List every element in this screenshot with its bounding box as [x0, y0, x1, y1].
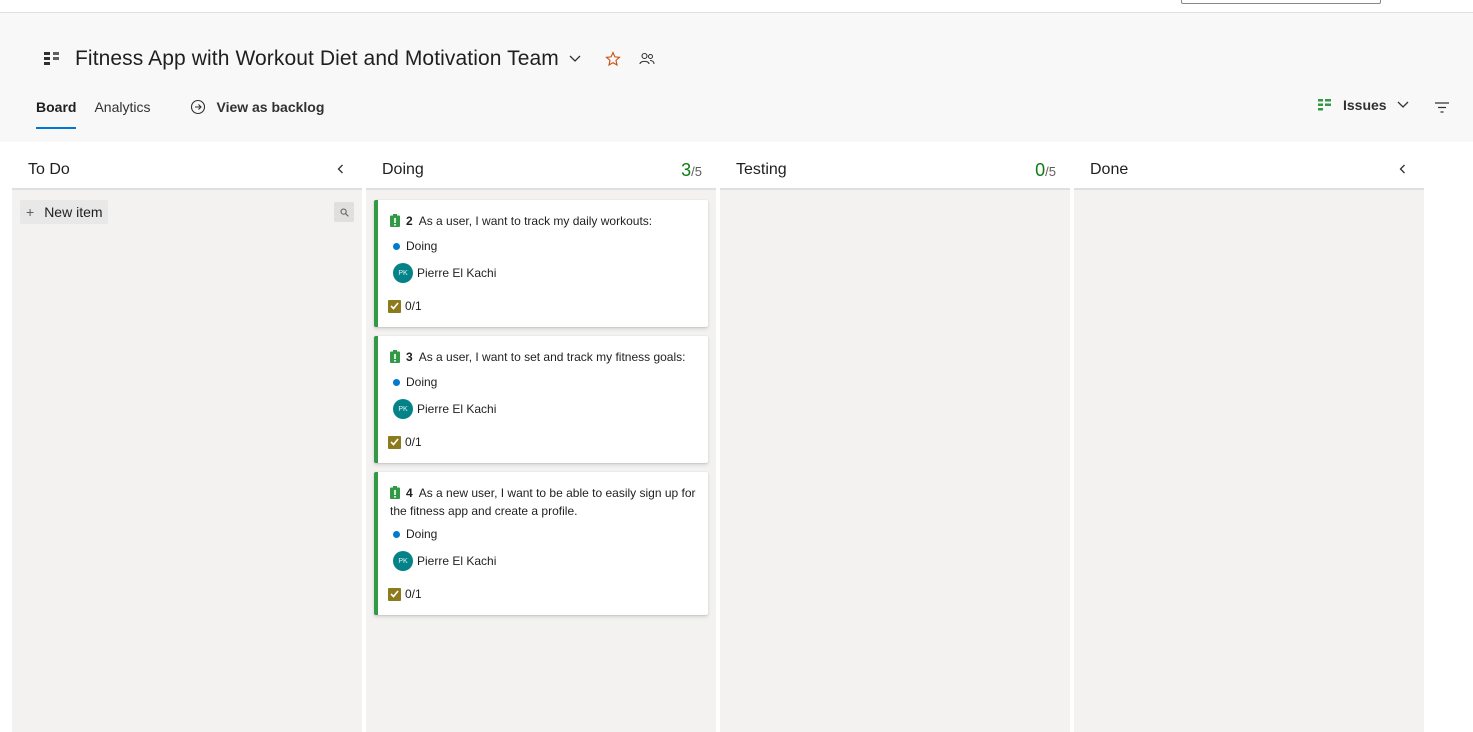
column-header: Testing 0/5 [720, 142, 1070, 190]
card-state: Doing [393, 527, 437, 541]
column-body [720, 190, 1070, 732]
tab-board[interactable]: Board [36, 99, 77, 129]
backlog-level-label: Issues [1343, 97, 1387, 113]
new-item-label: New item [44, 204, 103, 220]
title-row: Fitness App with Workout Diet and Motiva… [42, 43, 655, 75]
state-label: Doing [406, 375, 438, 389]
column-testing: Testing 0/5 [720, 142, 1070, 732]
card-title-text: As a new user, I want to be able to easi… [390, 486, 696, 518]
card-child-tasks[interactable]: 0/1 [388, 299, 422, 313]
card-title[interactable]: 4 As a new user, I want to be able to eas… [390, 485, 696, 519]
column-body: 2 As a user, I want to track my daily wor… [366, 190, 716, 732]
page-title: Fitness App with Workout Diet and Motiva… [75, 47, 559, 70]
column-body [1074, 190, 1424, 732]
column-header: Doing 3/5 [366, 142, 716, 190]
wip-count: 3 [681, 160, 692, 180]
task-progress: 0/1 [405, 299, 422, 313]
page-header: Fitness App with Workout Diet and Motiva… [0, 13, 1473, 142]
wip-limit-value: /5 [1045, 164, 1056, 179]
issue-icon [390, 214, 400, 231]
card-child-tasks[interactable]: 0/1 [388, 587, 422, 601]
column-name: Done [1090, 161, 1129, 178]
column-body: + New item [12, 190, 362, 732]
work-item-card[interactable]: 2 As a user, I want to track my daily wor… [374, 200, 708, 327]
task-check-icon [388, 587, 401, 601]
column-name: To Do [28, 161, 70, 178]
column-to-do: To Do + New item [12, 142, 362, 732]
column-name: Doing [382, 161, 424, 178]
card-id: 3 [406, 350, 413, 364]
wip-limit-value: /5 [691, 164, 702, 179]
backlog-level-icon [1318, 99, 1332, 111]
collapse-left-icon[interactable] [1399, 164, 1406, 174]
card-child-tasks[interactable]: 0/1 [388, 435, 422, 449]
card-assignee[interactable]: PK Pierre El Kachi [393, 551, 496, 571]
assignee-name: Pierre El Kachi [417, 554, 497, 568]
task-check-icon [388, 299, 401, 313]
issue-icon [390, 486, 400, 503]
chevron-down-icon[interactable] [569, 52, 583, 66]
column-doing: Doing 3/5 2 As a user, I want to track my… [366, 142, 716, 732]
column-name: Testing [736, 161, 787, 178]
card-title-text: As a user, I want to set and track my fi… [418, 350, 686, 364]
kanban-board: To Do + New item Doing 3/5 2 As a user, … [12, 142, 1424, 732]
star-icon[interactable] [605, 51, 621, 67]
tab-strip: Board Analytics View as backlog [36, 95, 324, 129]
tab-analytics[interactable]: Analytics [94, 99, 150, 115]
view-as-backlog-label: View as backlog [216, 99, 325, 115]
task-progress: 0/1 [405, 435, 422, 449]
task-check-icon [388, 435, 401, 449]
avatar: PK [393, 399, 413, 419]
assignee-name: Pierre El Kachi [417, 402, 497, 416]
team-members-icon[interactable] [639, 52, 655, 66]
card-title[interactable]: 3 As a user, I want to set and track my f… [390, 349, 696, 367]
plus-icon: + [26, 204, 35, 220]
chevron-down-icon [1397, 101, 1409, 109]
card-state: Doing [393, 239, 437, 253]
work-item-card[interactable]: 3 As a user, I want to set and track my f… [374, 336, 708, 463]
search-icon[interactable] [334, 202, 354, 222]
wip-limit: 0/5 [1035, 160, 1056, 181]
state-dot-icon [393, 530, 400, 538]
column-header: Done [1074, 142, 1424, 190]
card-assignee[interactable]: PK Pierre El Kachi [393, 399, 496, 419]
issue-icon [390, 350, 400, 367]
card-assignee[interactable]: PK Pierre El Kachi [393, 263, 496, 283]
task-progress: 0/1 [405, 587, 422, 601]
view-as-backlog-button[interactable]: View as backlog [190, 99, 324, 115]
state-label: Doing [406, 239, 438, 253]
state-label: Doing [406, 527, 438, 541]
arrow-circle-right-icon [190, 99, 206, 115]
assignee-name: Pierre El Kachi [417, 266, 497, 280]
filter-icon[interactable] [1435, 102, 1449, 113]
collapse-left-icon[interactable] [337, 164, 344, 174]
card-id: 4 [406, 486, 413, 500]
work-item-card[interactable]: 4 As a new user, I want to be able to eas… [374, 472, 708, 615]
wip-limit: 3/5 [681, 160, 702, 181]
state-dot-icon [393, 378, 400, 386]
top-bar [0, 0, 1473, 13]
card-state: Doing [393, 375, 437, 389]
wip-count: 0 [1035, 160, 1046, 180]
team-icon [42, 49, 62, 69]
new-item-button[interactable]: + New item [20, 200, 108, 224]
state-dot-icon [393, 242, 400, 250]
card-title[interactable]: 2 As a user, I want to track my daily wor… [390, 213, 696, 231]
avatar: PK [393, 263, 413, 283]
card-title-text: As a user, I want to track my daily work… [418, 214, 653, 228]
global-search-box[interactable] [1181, 0, 1381, 4]
backlog-level-picker[interactable]: Issues [1318, 97, 1409, 113]
avatar: PK [393, 551, 413, 571]
card-id: 2 [406, 214, 413, 228]
column-done: Done [1074, 142, 1424, 732]
column-header: To Do [12, 142, 362, 190]
